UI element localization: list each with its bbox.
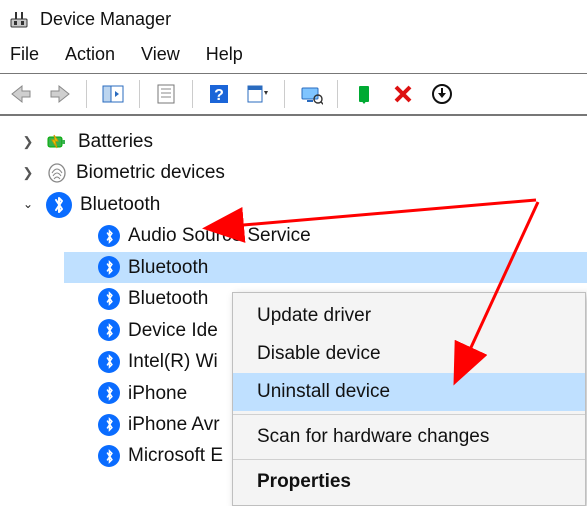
expand-icon[interactable]: ❯ xyxy=(18,163,38,183)
tree-node-bt-selected[interactable]: Bluetooth xyxy=(64,252,587,283)
toolbar-separator xyxy=(192,80,193,108)
bluetooth-icon xyxy=(98,351,120,373)
toolbar-separator xyxy=(86,80,87,108)
menu-view[interactable]: View xyxy=(141,44,180,65)
bluetooth-icon xyxy=(98,414,120,436)
battery-icon xyxy=(46,131,70,153)
node-label: Intel(R) Wi xyxy=(128,347,218,376)
node-label: Bluetooth xyxy=(128,284,208,313)
node-label: iPhone xyxy=(128,379,187,408)
bluetooth-icon xyxy=(98,256,120,278)
window-title: Device Manager xyxy=(40,9,171,30)
node-label: iPhone Avr xyxy=(128,410,220,439)
collapse-icon[interactable]: ⌄ xyxy=(18,195,38,214)
tree-node-batteries[interactable]: ❯ Batteries xyxy=(18,126,587,157)
node-label: Bluetooth xyxy=(80,190,160,219)
update-driver-button[interactable] xyxy=(349,80,379,108)
node-label: Device Ide xyxy=(128,316,218,345)
node-label: Biometric devices xyxy=(76,158,225,187)
toolbar: ? xyxy=(0,74,587,116)
disable-button[interactable] xyxy=(427,80,457,108)
svg-text:?: ? xyxy=(214,87,224,104)
action-dropdown-button[interactable] xyxy=(243,80,273,108)
ctx-properties[interactable]: Properties xyxy=(233,463,585,501)
titlebar: Device Manager xyxy=(0,0,587,40)
node-label: Microsoft E xyxy=(128,441,223,470)
node-label: Bluetooth xyxy=(128,253,208,282)
tree-node-biometric[interactable]: ❯ Biometric devices xyxy=(18,157,587,188)
toolbar-separator xyxy=(284,80,285,108)
menubar: File Action View Help xyxy=(0,40,587,73)
toolbar-separator xyxy=(337,80,338,108)
context-menu: Update driver Disable device Uninstall d… xyxy=(232,292,586,506)
menu-help[interactable]: Help xyxy=(206,44,243,65)
bluetooth-icon xyxy=(98,319,120,341)
device-manager-icon xyxy=(8,8,30,30)
menu-separator xyxy=(233,459,585,460)
expand-icon[interactable]: ❯ xyxy=(18,132,38,152)
bluetooth-icon xyxy=(46,192,72,218)
tree-node-bt-audio[interactable]: Audio Source Service xyxy=(64,220,587,251)
toolbar-separator xyxy=(139,80,140,108)
forward-button[interactable] xyxy=(45,80,75,108)
menu-separator xyxy=(233,414,585,415)
ctx-uninstall-device[interactable]: Uninstall device xyxy=(233,373,585,411)
node-label: Audio Source Service xyxy=(128,221,311,250)
fingerprint-icon xyxy=(46,162,68,184)
menu-file[interactable]: File xyxy=(10,44,39,65)
node-label: Batteries xyxy=(78,127,153,156)
back-button[interactable] xyxy=(6,80,36,108)
uninstall-button[interactable] xyxy=(388,80,418,108)
bluetooth-icon xyxy=(98,288,120,310)
bluetooth-icon xyxy=(98,445,120,467)
ctx-scan-hardware[interactable]: Scan for hardware changes xyxy=(233,418,585,456)
show-hide-tree-button[interactable] xyxy=(98,80,128,108)
help-button[interactable]: ? xyxy=(204,80,234,108)
menu-action[interactable]: Action xyxy=(65,44,115,65)
tree-node-bluetooth[interactable]: ⌄ Bluetooth xyxy=(18,189,587,220)
bluetooth-icon xyxy=(98,382,120,404)
ctx-update-driver[interactable]: Update driver xyxy=(233,297,585,335)
properties-button[interactable] xyxy=(151,80,181,108)
scan-hardware-button[interactable] xyxy=(296,80,326,108)
ctx-disable-device[interactable]: Disable device xyxy=(233,335,585,373)
bluetooth-icon xyxy=(98,225,120,247)
